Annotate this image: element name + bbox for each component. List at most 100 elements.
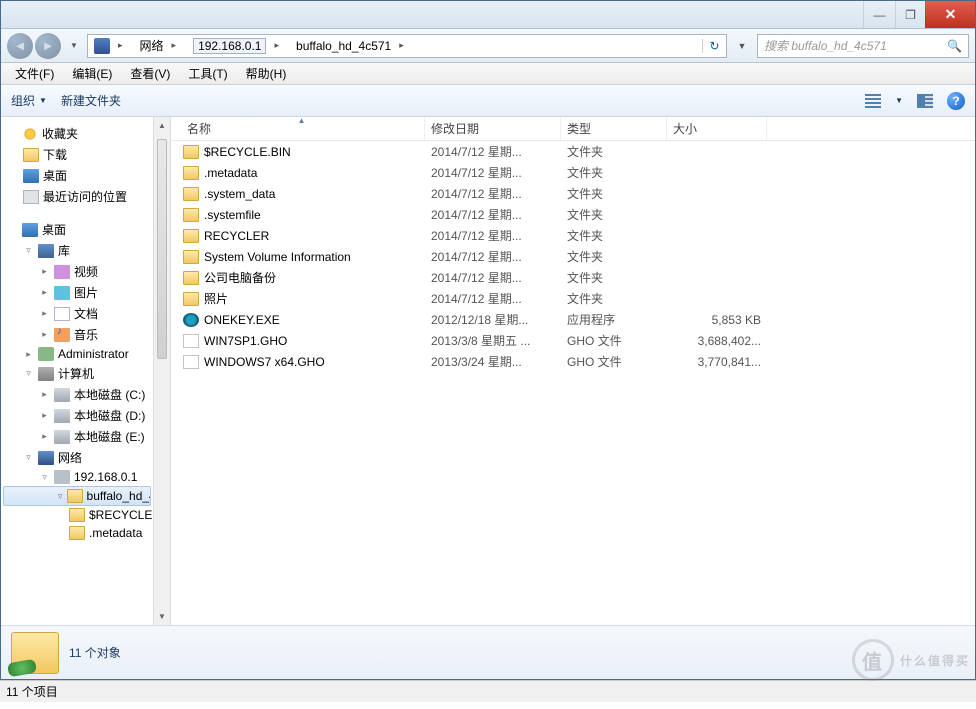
file-size: 3,688,402... <box>673 334 767 348</box>
collapse-icon[interactable]: ▿ <box>39 472 50 483</box>
column-type[interactable]: 类型 <box>561 117 667 140</box>
minimize-button[interactable]: — <box>863 1 895 28</box>
sidebar-drive-c[interactable]: ▸本地磁盘 (C:) <box>1 384 153 405</box>
breadcrumb[interactable]: ▸ 网络▸ 192.168.0.1▸ buffalo_hd_4c571▸ ↻ <box>87 34 727 58</box>
file-name: $RECYCLE.BIN <box>204 145 291 159</box>
menu-help[interactable]: 帮助(H) <box>238 63 295 84</box>
file-name: ONEKEY.EXE <box>204 313 280 327</box>
sidebar-desktop[interactable]: 桌面 <box>1 165 153 186</box>
menu-edit[interactable]: 编辑(E) <box>64 63 120 84</box>
sidebar-favorites[interactable]: 收藏夹 <box>1 123 153 144</box>
file-row[interactable]: 照片2014/7/12 星期...文件夹 <box>171 288 975 309</box>
file-row[interactable]: .system_data2014/7/12 星期...文件夹 <box>171 183 975 204</box>
expand-icon[interactable]: ▸ <box>39 266 50 277</box>
refresh-button[interactable]: ↻ <box>702 39 726 53</box>
expand-icon[interactable]: ▸ <box>39 287 50 298</box>
maximize-button[interactable]: ❐ <box>895 1 925 28</box>
new-folder-button[interactable]: 新建文件夹 <box>61 92 121 109</box>
sidebar-documents[interactable]: ▸ 文档 <box>1 303 153 324</box>
collapse-icon[interactable]: ▿ <box>58 491 63 502</box>
column-size[interactable]: 大小 <box>667 117 767 140</box>
file-row[interactable]: WIN7SP1.GHO2013/3/8 星期五 ...GHO 文件3,688,4… <box>171 330 975 351</box>
sidebar-computer[interactable]: ▿计算机 <box>1 363 153 384</box>
file-date: 2014/7/12 星期... <box>431 143 567 160</box>
fold-icon <box>183 292 199 306</box>
sidebar-recent[interactable]: 最近访问的位置 <box>1 186 153 207</box>
sidebar-desktop-root[interactable]: 桌面 <box>1 219 153 240</box>
breadcrumb-ip[interactable]: 192.168.0.1▸ <box>187 35 290 57</box>
file-row[interactable]: RECYCLER2014/7/12 星期...文件夹 <box>171 225 975 246</box>
file-row[interactable]: $RECYCLE.BIN2014/7/12 星期...文件夹 <box>171 141 975 162</box>
sidebar-subfolder[interactable]: $RECYCLE <box>1 506 153 524</box>
column-name[interactable]: ▲名称 <box>171 117 425 140</box>
sidebar-network[interactable]: ▿网络 <box>1 447 153 468</box>
breadcrumb-folder[interactable]: buffalo_hd_4c571▸ <box>290 35 415 57</box>
collapse-icon[interactable]: ▿ <box>23 368 34 379</box>
expand-icon[interactable]: ▸ <box>39 308 50 319</box>
sidebar-drive-d[interactable]: ▸本地磁盘 (D:) <box>1 405 153 426</box>
breadcrumb-ip-label: 192.168.0.1 <box>193 38 266 54</box>
sidebar-downloads[interactable]: 下载 <box>1 144 153 165</box>
sidebar-label: 视频 <box>74 263 98 280</box>
file-row[interactable]: .systemfile2014/7/12 星期...文件夹 <box>171 204 975 225</box>
scroll-up-icon[interactable]: ▲ <box>154 117 170 134</box>
file-name: .system_data <box>204 187 275 201</box>
chevron-down-icon[interactable]: ▼ <box>895 96 903 105</box>
collapse-icon[interactable]: ▿ <box>23 452 34 463</box>
search-input[interactable]: 搜索 buffalo_hd_4c571 🔍 <box>757 34 969 58</box>
preview-pane-icon[interactable] <box>917 94 933 108</box>
file-name-cell: .systemfile <box>183 208 431 222</box>
sidebar-drive-e[interactable]: ▸本地磁盘 (E:) <box>1 426 153 447</box>
file-row[interactable]: 公司电脑备份2014/7/12 星期...文件夹 <box>171 267 975 288</box>
sidebar-music[interactable]: ▸音乐 <box>1 324 153 345</box>
chevron-right-icon: ▸ <box>395 40 408 51</box>
collapse-icon[interactable]: ▿ <box>23 245 34 256</box>
column-date[interactable]: 修改日期 <box>425 117 561 140</box>
file-date: 2014/7/12 星期... <box>431 185 567 202</box>
file-icon <box>183 355 199 369</box>
sidebar-label: .metadata <box>89 526 142 540</box>
sidebar-administrator[interactable]: ▸Administrator <box>1 345 153 363</box>
menu-view[interactable]: 查看(V) <box>122 63 178 84</box>
video-icon <box>54 265 70 279</box>
nav-buttons: ◄ ► <box>7 33 61 59</box>
scrollbar[interactable]: ▲ ▼ <box>153 117 170 625</box>
breadcrumb-network[interactable]: 网络▸ <box>134 35 188 57</box>
sidebar-label: 文档 <box>74 305 98 322</box>
file-row[interactable]: WINDOWS7 x64.GHO2013/3/24 星期...GHO 文件3,7… <box>171 351 975 372</box>
scroll-thumb[interactable] <box>157 139 167 359</box>
back-button[interactable]: ◄ <box>7 33 33 59</box>
file-row[interactable]: ONEKEY.EXE2012/12/18 星期...应用程序5,853 KB <box>171 309 975 330</box>
menu-tools[interactable]: 工具(T) <box>180 63 235 84</box>
expand-icon[interactable]: ▸ <box>39 431 50 442</box>
file-name-cell: System Volume Information <box>183 250 431 264</box>
close-button[interactable]: ✕ <box>925 1 975 28</box>
forward-button[interactable]: ► <box>35 33 61 59</box>
file-row[interactable]: System Volume Information2014/7/12 星期...… <box>171 246 975 267</box>
sidebar-server[interactable]: ▿192.168.0.1 <box>1 468 153 486</box>
address-dropdown[interactable]: ▼ <box>733 41 751 51</box>
details-text: 11 个对象 <box>69 644 121 661</box>
expand-icon[interactable]: ▸ <box>23 349 34 360</box>
expand-icon[interactable]: ▸ <box>39 389 50 400</box>
sidebar-libraries[interactable]: ▿库 <box>1 240 153 261</box>
menu-file[interactable]: 文件(F) <box>7 63 62 84</box>
file-row[interactable]: .metadata2014/7/12 星期...文件夹 <box>171 162 975 183</box>
sidebar-subfolder[interactable]: .metadata <box>1 524 153 542</box>
breadcrumb-root[interactable]: ▸ <box>88 35 134 57</box>
search-icon[interactable]: 🔍 <box>947 39 962 53</box>
document-icon <box>54 307 70 321</box>
help-button[interactable]: ? <box>947 92 965 110</box>
sidebar-videos[interactable]: ▸ 视频 <box>1 261 153 282</box>
organize-button[interactable]: 组织▼ <box>11 92 47 109</box>
expand-icon[interactable]: ▸ <box>39 329 50 340</box>
view-options-icon[interactable] <box>865 94 881 108</box>
sidebar-label: 桌面 <box>43 167 67 184</box>
sidebar-pictures[interactable]: ▸图片 <box>1 282 153 303</box>
status-bar: 11 个项目 <box>0 680 976 702</box>
scroll-down-icon[interactable]: ▼ <box>154 608 170 625</box>
expand-icon[interactable]: ▸ <box>39 410 50 421</box>
history-dropdown[interactable]: ▼ <box>67 41 81 50</box>
sidebar-nas-folder[interactable]: ▿buffalo_hd_4 <box>3 486 151 506</box>
file-icon <box>183 334 199 348</box>
